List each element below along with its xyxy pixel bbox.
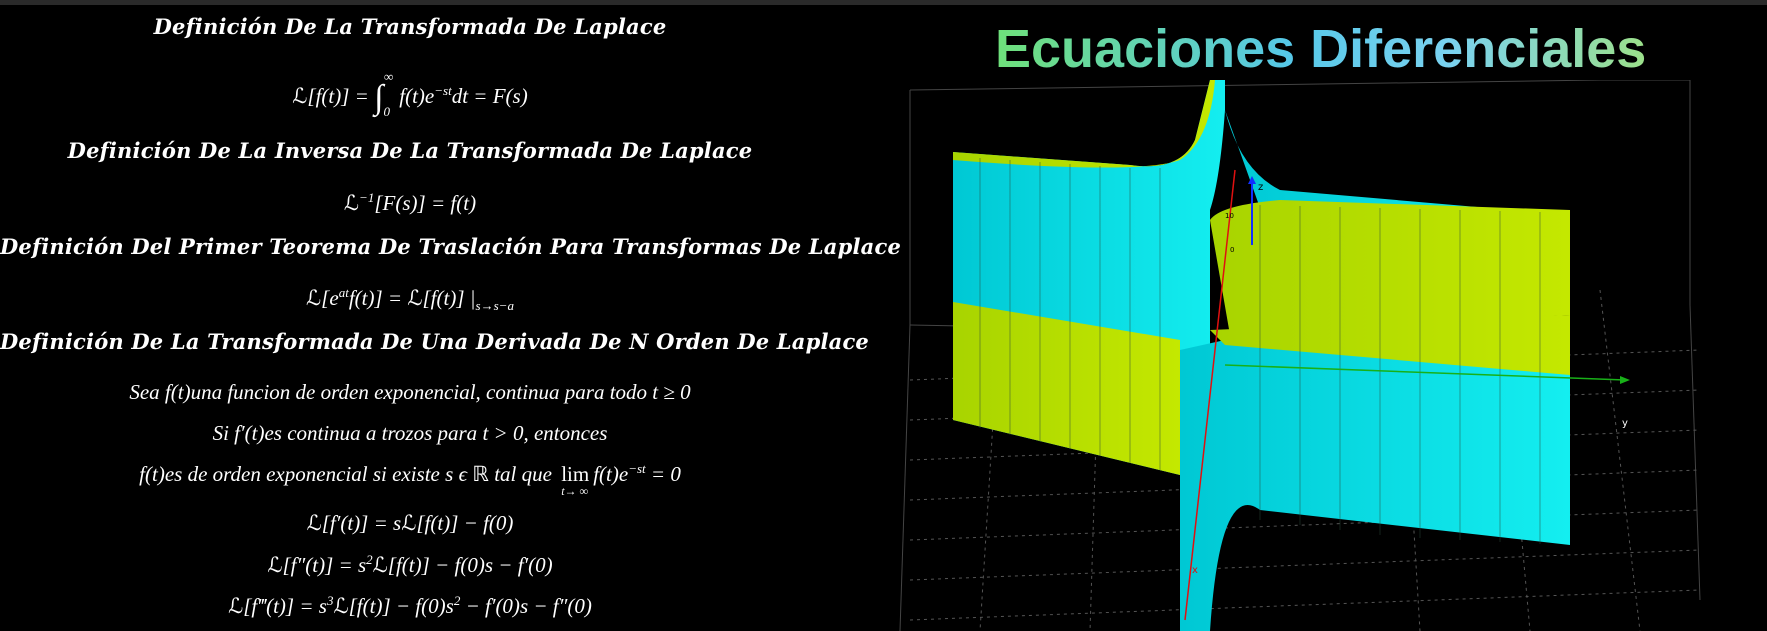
formula-panel: Definición De La Transformada De Laplace… xyxy=(0,0,901,631)
heading-inverse-laplace: Definición De La Inversa De La Transform… xyxy=(67,138,753,163)
surface-3d-plot[interactable]: z 10 0 y x xyxy=(880,80,1720,631)
heading-first-shift-theorem: Definición Del Primer Teorema De Traslac… xyxy=(0,234,901,259)
formula-laplace-definition: ℒ[f(t)] = ∫0∞f(t)e−stdt = F(s) xyxy=(292,69,528,120)
formula-first-derivative: ℒ[f′(t)] = sℒ[f(t)] − f(0) xyxy=(306,511,514,535)
formula-inverse-laplace: ℒ−1[F(s)] = f(t) xyxy=(343,190,477,215)
heading-laplace-definition: Definición De La Transformada De Laplace xyxy=(153,14,667,39)
x-axis-label: x xyxy=(1192,565,1198,576)
condition-exponential-order: Sea f(t)una funcion de orden exponencial… xyxy=(129,380,691,404)
formula-third-derivative: ℒ[f‴(t)] = s3ℒ[f(t)] − f(0)s2 − f′(0)s −… xyxy=(228,593,592,618)
formula-second-derivative: ℒ[f″(t)] = s2ℒ[f(t)] − f(0)s − f′(0) xyxy=(267,552,553,577)
z-tick-mid: 0 xyxy=(1230,246,1234,254)
condition-piecewise: Si f′(t)es continua a trozos para t > 0,… xyxy=(212,421,608,445)
condition-limit: f(t)es de orden exponencial si existe s … xyxy=(139,461,681,498)
z-tick-top: 10 xyxy=(1225,212,1234,220)
page-title: Ecuaciones Diferenciales xyxy=(995,19,1647,79)
y-axis-label: y xyxy=(1622,418,1628,429)
formula-first-shift: ℒ[eatf(t)] = ℒ[f(t)] |s→s−a xyxy=(306,285,514,314)
z-axis-label: z xyxy=(1258,182,1263,193)
heading-derivative-transform: Definición De La Transformada De Una Der… xyxy=(0,329,869,354)
